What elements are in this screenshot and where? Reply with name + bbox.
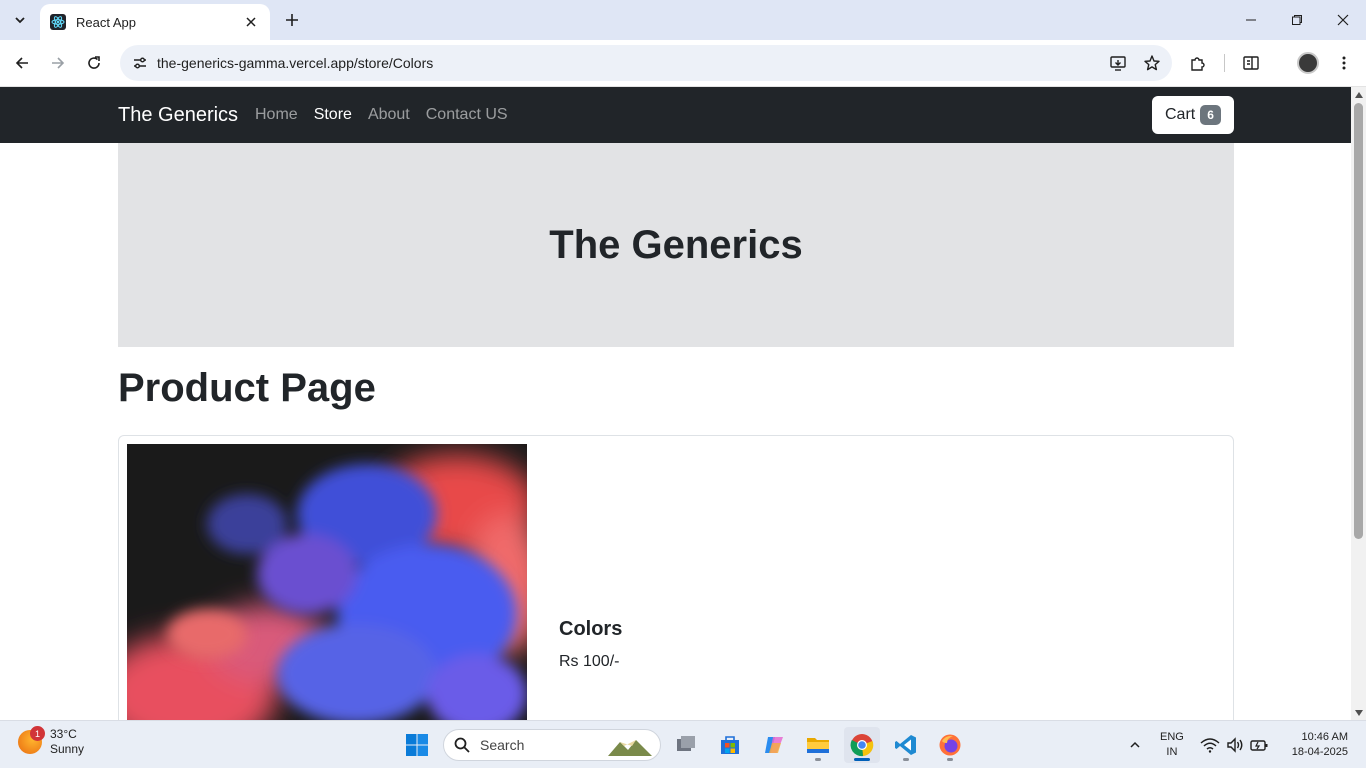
restore-button[interactable] bbox=[1274, 0, 1320, 40]
taskbar-search[interactable]: Search bbox=[443, 729, 661, 761]
weather-desc: Sunny bbox=[50, 742, 85, 756]
file-explorer-icon[interactable] bbox=[800, 727, 836, 763]
vscode-icon[interactable] bbox=[888, 727, 924, 763]
url-text[interactable]: the-generics-gamma.vercel.app/store/Colo… bbox=[157, 55, 1104, 71]
microsoft-store-icon[interactable] bbox=[712, 727, 748, 763]
scrollbar-thumb[interactable] bbox=[1354, 103, 1363, 539]
reading-list-icon bbox=[1243, 56, 1259, 70]
tab-title: React App bbox=[76, 14, 136, 30]
back-button[interactable] bbox=[8, 49, 36, 77]
running-indicator bbox=[947, 758, 953, 761]
hero-title: The Generics bbox=[549, 222, 803, 267]
lang-line2: IN bbox=[1166, 746, 1178, 758]
active-indicator bbox=[854, 758, 870, 761]
plus-icon bbox=[286, 14, 298, 26]
search-placeholder: Search bbox=[480, 737, 525, 753]
clock-date: 18-04-2025 bbox=[1291, 746, 1348, 758]
site-nav-links: Home Store About Contact US bbox=[255, 106, 508, 124]
reload-icon bbox=[88, 56, 100, 69]
chevron-up-icon bbox=[1130, 741, 1140, 748]
search-highlight-icon bbox=[608, 740, 652, 756]
language-indicator[interactable]: ENG IN bbox=[1160, 730, 1184, 760]
hero-banner: The Generics bbox=[118, 143, 1234, 347]
toolbar-divider bbox=[1224, 54, 1225, 72]
reload-button[interactable] bbox=[80, 49, 108, 77]
new-tab-button[interactable] bbox=[280, 8, 304, 32]
firefox-icon[interactable] bbox=[932, 727, 968, 763]
arrow-left-icon bbox=[15, 57, 28, 69]
puzzle-icon bbox=[1191, 57, 1205, 71]
weather-widget[interactable]: 1 33°C Sunny bbox=[18, 726, 84, 757]
minimize-icon bbox=[1246, 19, 1256, 21]
task-view-icon[interactable] bbox=[668, 727, 704, 763]
nav-link-store[interactable]: Store bbox=[314, 106, 352, 124]
close-tab-icon[interactable] bbox=[242, 13, 260, 31]
tab-search-button[interactable] bbox=[6, 6, 34, 34]
cart-label: Cart bbox=[1165, 106, 1196, 123]
browser-menu-button[interactable] bbox=[1330, 49, 1358, 77]
extensions-button[interactable] bbox=[1184, 49, 1212, 77]
clock-time: 10:46 AM bbox=[1301, 731, 1348, 743]
bookmark-star-icon[interactable] bbox=[1138, 49, 1166, 77]
search-icon bbox=[454, 737, 470, 753]
volume-icon bbox=[1227, 737, 1243, 753]
nav-link-contact[interactable]: Contact US bbox=[426, 106, 508, 124]
system-tray[interactable] bbox=[1200, 721, 1268, 769]
running-indicator bbox=[815, 758, 821, 761]
browser-tab[interactable]: React App bbox=[40, 4, 270, 40]
web-page: The Generics Home Store About Contact US… bbox=[0, 87, 1351, 720]
product-name: Colors bbox=[559, 618, 623, 640]
avatar bbox=[1297, 52, 1319, 74]
lang-line1: ENG bbox=[1160, 731, 1184, 743]
address-bar[interactable]: the-generics-gamma.vercel.app/store/Colo… bbox=[120, 45, 1172, 81]
chrome-icon[interactable] bbox=[844, 727, 880, 763]
wifi-icon bbox=[1200, 738, 1220, 753]
windows-start-icon[interactable] bbox=[399, 727, 435, 763]
close-window-button[interactable] bbox=[1320, 0, 1366, 40]
nav-link-about[interactable]: About bbox=[368, 106, 410, 124]
sun-icon: 1 bbox=[18, 726, 45, 754]
product-price: Rs 100/- bbox=[559, 653, 620, 670]
show-hidden-icons-button[interactable] bbox=[1117, 727, 1153, 763]
site-navbar: The Generics Home Store About Contact US… bbox=[0, 87, 1351, 143]
cart-count-badge: 6 bbox=[1200, 105, 1221, 125]
cart-button[interactable]: Cart 6 bbox=[1152, 96, 1234, 134]
page-scrollbar[interactable] bbox=[1351, 87, 1366, 720]
side-panel-button[interactable] bbox=[1237, 49, 1265, 77]
site-settings-icon[interactable] bbox=[126, 49, 154, 77]
scroll-up-icon[interactable] bbox=[1354, 90, 1363, 99]
weather-text: 33°C Sunny bbox=[50, 727, 84, 757]
forward-button[interactable] bbox=[44, 49, 72, 77]
product-card: Colors Rs 100/- bbox=[118, 435, 1234, 720]
taskbar: 1 33°C Sunny Search ENG IN 10:46 AM 18-0… bbox=[0, 720, 1366, 768]
site-brand[interactable]: The Generics bbox=[118, 104, 238, 127]
running-indicator bbox=[903, 758, 909, 761]
minimize-button[interactable] bbox=[1228, 0, 1274, 40]
page-heading: Product Page bbox=[118, 366, 376, 410]
clock[interactable]: 10:46 AM 18-04-2025 bbox=[1282, 730, 1348, 760]
close-icon bbox=[1337, 14, 1349, 26]
install-app-icon[interactable] bbox=[1104, 49, 1132, 77]
react-logo-icon bbox=[50, 14, 66, 30]
weather-temp: 33°C bbox=[50, 727, 77, 741]
scroll-down-icon[interactable] bbox=[1354, 708, 1363, 717]
notification-badge: 1 bbox=[30, 726, 45, 741]
arrow-right-icon bbox=[52, 57, 65, 69]
nav-link-home[interactable]: Home bbox=[255, 106, 298, 124]
more-vertical-icon bbox=[1342, 56, 1346, 70]
profile-button[interactable] bbox=[1294, 49, 1322, 77]
chevron-down-icon bbox=[15, 17, 25, 24]
product-image bbox=[127, 444, 527, 720]
battery-icon bbox=[1250, 740, 1268, 751]
browser-tab-strip: React App bbox=[0, 0, 1366, 40]
browser-toolbar: the-generics-gamma.vercel.app/store/Colo… bbox=[0, 40, 1366, 87]
restore-icon bbox=[1292, 15, 1302, 25]
copilot-icon[interactable] bbox=[756, 727, 792, 763]
